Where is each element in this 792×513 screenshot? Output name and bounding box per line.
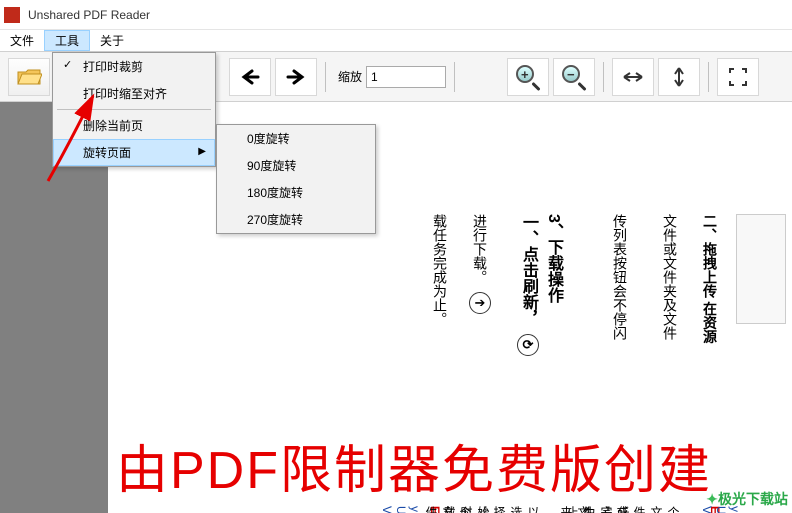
toolbar-divider bbox=[454, 62, 455, 92]
page-text: 文件或文件夹及文件 bbox=[657, 214, 682, 340]
arrow-right-icon bbox=[286, 69, 306, 85]
page-text: 载任务完成为止。 bbox=[427, 214, 452, 326]
toolbar-divider bbox=[603, 62, 604, 92]
menu-rotate-label: 旋转页面 bbox=[83, 146, 131, 160]
refresh-icon: ⟳ bbox=[517, 334, 539, 356]
toolbar-divider bbox=[708, 62, 709, 92]
app-icon bbox=[4, 7, 20, 23]
rotate-0[interactable]: 0度旋转 bbox=[217, 125, 375, 152]
menubar: 文件 工具 关于 bbox=[0, 30, 792, 52]
watermark-banner: 由PDF限制器免费版创建 bbox=[108, 432, 792, 498]
arrow-left-icon bbox=[240, 69, 260, 85]
menu-rotate-page[interactable]: 旋转页面 ▶ bbox=[53, 139, 215, 166]
page-text: 个文件" 或 "文件 bbox=[580, 506, 682, 513]
zoom-out-icon: − bbox=[560, 63, 588, 91]
menu-delete-page[interactable]: 删除当前页 bbox=[53, 112, 215, 139]
next-page-button[interactable] bbox=[275, 58, 317, 96]
site-logo: ✦极光下载站 bbox=[706, 489, 788, 509]
zoom-label: 缩放 bbox=[338, 68, 362, 85]
fullscreen-icon bbox=[728, 67, 748, 87]
submenu-arrow-icon: ▶ bbox=[198, 146, 206, 157]
menu-separator bbox=[57, 109, 211, 110]
page-heading: 3、下载操作 bbox=[538, 214, 567, 303]
page-footer-text: y Unregistered Version bbox=[380, 506, 422, 513]
page-thumbnail bbox=[736, 214, 786, 324]
menu-about[interactable]: 关于 bbox=[90, 30, 134, 51]
menu-file[interactable]: 文件 bbox=[0, 30, 44, 51]
fullscreen-button[interactable] bbox=[717, 58, 759, 96]
menu-tools[interactable]: 工具 bbox=[44, 30, 90, 51]
rotate-270[interactable]: 270度旋转 bbox=[217, 206, 375, 233]
zoom-in-button[interactable]: + bbox=[507, 58, 549, 96]
watermark-text: 由PDF限制器免费版创建 bbox=[116, 432, 712, 498]
folder-icon bbox=[16, 66, 42, 88]
titlebar: Unshared PDF Reader bbox=[0, 0, 792, 30]
fit-height-button[interactable] bbox=[658, 58, 700, 96]
toolbar-divider bbox=[325, 62, 326, 92]
page-text: 传列表按钮会不停闪 bbox=[607, 214, 632, 340]
menu-print-crop[interactable]: 打印时裁剪 bbox=[53, 53, 215, 80]
page-text: 进行下载。 ➔ bbox=[467, 214, 492, 318]
fit-width-button[interactable] bbox=[612, 58, 654, 96]
zoom-input[interactable] bbox=[366, 66, 446, 88]
zoom-out-button[interactable]: − bbox=[553, 58, 595, 96]
tools-dropdown: 打印时裁剪 打印时缩至对齐 删除当前页 旋转页面 ▶ bbox=[52, 52, 216, 167]
download-arrow-icon: ➔ bbox=[469, 292, 491, 314]
fit-height-icon bbox=[671, 66, 687, 88]
rotate-submenu: 0度旋转 90度旋转 180度旋转 270度旋转 bbox=[216, 124, 376, 234]
rotate-180[interactable]: 180度旋转 bbox=[217, 179, 375, 206]
prev-page-button[interactable] bbox=[229, 58, 271, 96]
window-title: Unshared PDF Reader bbox=[28, 8, 150, 22]
zoom-in-icon: + bbox=[514, 63, 542, 91]
rotate-90[interactable]: 90度旋转 bbox=[217, 152, 375, 179]
page-heading: 二、拖拽上传 在资源 bbox=[697, 214, 722, 344]
open-file-button[interactable] bbox=[8, 58, 50, 96]
page-text: 以选择 "单个文件" bbox=[423, 506, 542, 513]
menu-print-fit[interactable]: 打印时缩至对齐 bbox=[53, 80, 215, 107]
fit-width-icon bbox=[622, 69, 644, 85]
